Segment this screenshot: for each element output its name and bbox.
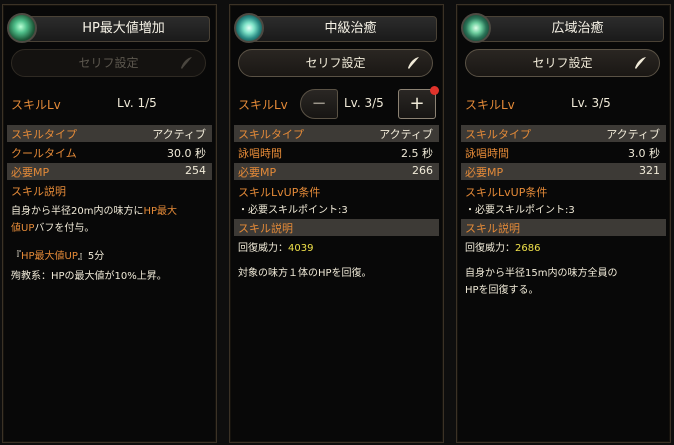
cooldown-label: クールタイム [11,147,77,160]
skill-type-row: スキルタイプ アクティブ [461,125,666,142]
skill-type-label: スキルタイプ [465,128,531,141]
skill-description-head: スキル説明 [234,219,439,236]
cast-time-value: 2.5 秒 [401,147,433,160]
skill-type-label: スキルタイプ [11,128,77,141]
skill-level-value: Lv. 1/5 [117,96,157,110]
skill-level-row: スキルLv Lv. 1/5 [9,89,210,121]
skill-type-value: アクティブ [152,128,206,141]
level-up-button[interactable]: + [398,86,439,119]
level-down-button[interactable]: − [300,89,338,119]
heal-power-label: 回復威力： [238,243,288,254]
skill-level-label: スキルLv [465,98,515,112]
panel-header: 広域治癒 [457,13,670,43]
skill-level-value: Lv. 3/5 [571,96,611,110]
lvup-condition-text: ・必要スキルポイント:3 [238,205,348,216]
mp-value: 254 [185,164,206,177]
skill-level-row: スキルLv Lv. 3/5 [463,89,664,121]
cast-time-row: 詠唱時間 2.5 秒 [234,144,439,161]
skill-level-label: スキルLv [238,98,288,112]
skill-level-value: Lv. 3/5 [344,96,384,110]
heal-buff-icon [7,13,37,43]
mp-row: 必要MP 321 [461,163,666,180]
quill-pen-icon [635,57,646,69]
skill-description: 自身から半径15m内の味方全員の HPを回復する。 [465,265,662,299]
quill-pen-icon [408,57,419,69]
buff-duration: 『HP最大値UP』5分 [11,248,208,265]
mp-value: 266 [412,164,433,177]
buff-duration-text: 』5分 [77,251,105,262]
buff-effect: 殉教系：HPの最大値が10%上昇。 [11,271,167,282]
panel-header: 中級治癒 [230,13,443,43]
lvup-condition-label: スキルLvUP条件 [465,186,548,199]
skill-panel-hp-max-up: HP最大値増加 セリフ設定 スキルLv Lv. 1/5 スキルタイプ アクティブ… [2,4,217,443]
skill-level-label: スキルLv [11,98,61,112]
serif-setting-button[interactable]: セリフ設定 [465,49,660,77]
level-up-label: + [409,93,425,114]
desc-text: HPを回復する。 [465,285,539,296]
lvup-condition-label: スキルLvUP条件 [238,186,321,199]
buff-bracket: 『 [11,251,21,262]
serif-setting-button[interactable]: セリフ設定 [11,49,206,77]
skill-panel-mid-heal: 中級治癒 セリフ設定 スキルLv − Lv. 3/5 + スキルタイプ アクティ… [229,4,444,443]
skill-description-head: スキル説明 [461,219,666,236]
mp-row: 必要MP 254 [7,163,212,180]
skill-description: 対象の味方１体のHPを回復。 [238,268,372,279]
desc-highlight: HP最大 [143,206,178,217]
mp-row: 必要MP 266 [234,163,439,180]
panel-header: HP最大値増加 [3,13,216,43]
heal-power-label: 回復威力： [465,243,515,254]
skill-type-value: アクティブ [606,128,660,141]
heal-power-value: 4039 [288,243,314,254]
lvup-condition-text: ・必要スキルポイント:3 [465,205,575,216]
mp-label: 必要MP [11,166,50,179]
lvup-condition-head: スキルLvUP条件 [234,183,439,200]
heal-power: 回復威力：2686 [465,240,662,257]
heal-power-value: 2686 [515,243,541,254]
skill-type-row: スキルタイプ アクティブ [7,125,212,142]
skill-type-label: スキルタイプ [238,128,304,141]
cast-time-label: 詠唱時間 [238,147,282,160]
desc-text: バフを付与。 [34,223,95,234]
desc-text: 自身から半径20m内の味方に [11,206,144,217]
cast-time-value: 3.0 秒 [628,147,660,160]
cooldown-value: 30.0 秒 [167,147,206,160]
quill-pen-icon [181,57,192,69]
mp-value: 321 [639,164,660,177]
skill-type-row: スキルタイプ アクティブ [234,125,439,142]
skill-description: 自身から半径20m内の味方にHP最大 値UPバフを付与。 [11,203,208,237]
desc-highlight: 値UP [11,223,35,234]
skill-panel-area-heal: 広域治癒 セリフ設定 スキルLv Lv. 3/5 スキルタイプ アクティブ 詠唱… [456,4,671,443]
skill-title: 広域治癒 [551,21,604,36]
serif-setting-label: セリフ設定 [532,56,593,70]
heal-power: 回復威力：4039 [238,240,435,257]
cast-time-row: 詠唱時間 3.0 秒 [461,144,666,161]
skill-description-label: スキル説明 [11,185,66,198]
serif-setting-button[interactable]: セリフ設定 [238,49,433,77]
skill-type-value: アクティブ [379,128,433,141]
cooldown-row: クールタイム 30.0 秒 [7,144,212,161]
mp-label: 必要MP [465,166,504,179]
notification-dot [430,86,439,95]
mp-label: 必要MP [238,166,277,179]
skill-title: HP最大値増加 [82,21,165,36]
buff-name: HP最大値UP [21,251,78,262]
skill-description-head: スキル説明 [7,182,212,199]
area-heal-icon [461,13,491,43]
cast-time-label: 詠唱時間 [465,147,509,160]
lvup-condition-head: スキルLvUP条件 [461,183,666,200]
skill-level-row: スキルLv − Lv. 3/5 + [236,86,439,121]
heal-orb-icon [234,13,264,43]
serif-setting-label: セリフ設定 [78,56,139,70]
skill-description-label: スキル説明 [465,222,520,235]
desc-text: 自身から半径15m内の味方全員の [465,268,618,279]
skill-title: 中級治癒 [324,21,377,36]
skill-description-label: スキル説明 [238,222,293,235]
serif-setting-label: セリフ設定 [305,56,366,70]
